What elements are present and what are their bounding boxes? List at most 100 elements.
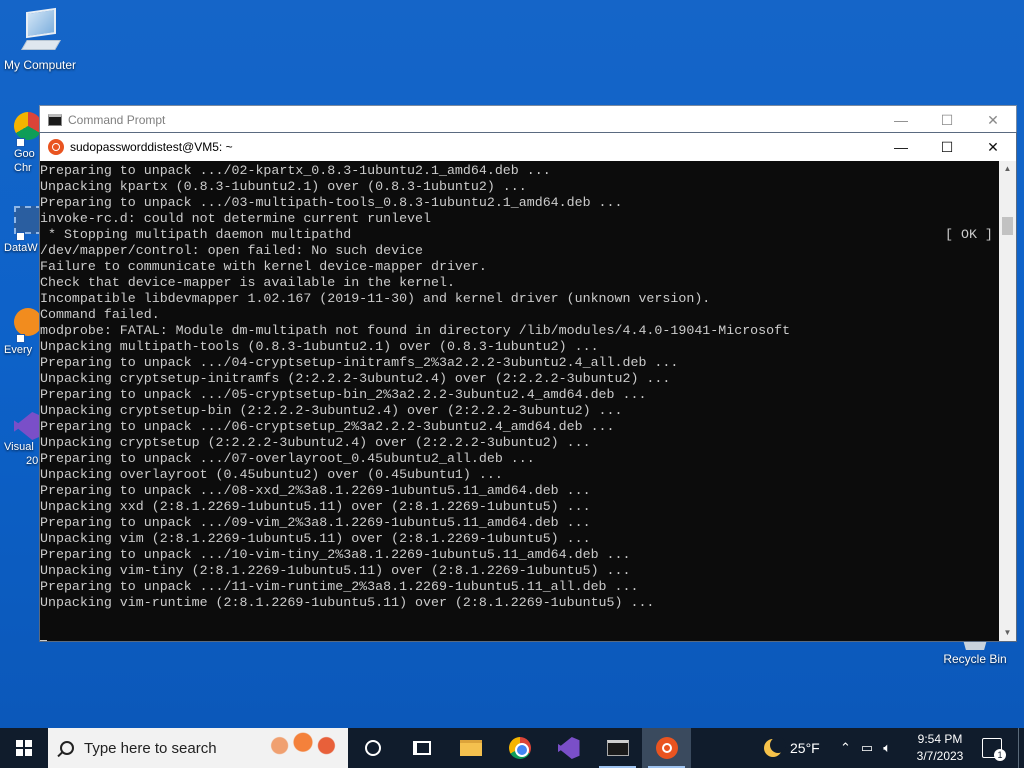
terminal-cursor (40, 640, 47, 641)
datawrapper-icon (14, 206, 42, 234)
terminal-line: Preparing to unpack .../08-xxd_2%3a8.1.2… (40, 483, 591, 498)
moon-weather-icon (764, 737, 786, 757)
ubuntu-icon (48, 139, 64, 155)
shortcut-arrow-icon (16, 232, 25, 241)
terminal-line: Preparing to unpack .../05-cryptsetup-bi… (40, 387, 647, 402)
chrome-desktop-icon[interactable]: Goo Chr (0, 112, 42, 175)
terminal-line: Check that device-mapper is available in… (40, 275, 455, 290)
terminal-line: Unpacking cryptsetup (2:2.2.2-3ubuntu2.4… (40, 435, 591, 450)
terminal-line: Unpacking cryptsetup-initramfs (2:2.2.2-… (40, 371, 671, 386)
search-placeholder: Type here to search (84, 739, 217, 757)
terminal-line: /dev/mapper/control: open failed: No suc… (40, 243, 424, 258)
search-highlight-illustration (264, 732, 342, 766)
command-prompt-icon (48, 114, 62, 126)
notification-count-badge: 1 (994, 749, 1006, 761)
terminal-scrollbar[interactable]: ▲ ▼ (999, 161, 1016, 641)
clock-time: 9:54 PM (917, 732, 963, 746)
scroll-down-arrow-icon[interactable]: ▼ (999, 625, 1016, 641)
terminal-line: Preparing to unpack .../03-multipath-too… (40, 195, 623, 210)
chevron-up-icon[interactable]: ⌃ (840, 740, 851, 756)
taskbar: Type here to search 25°F ⌃ ▭ 🔈︎ 9:54 PM … (0, 728, 1024, 768)
cmd-maximize-button[interactable]: ☐ (924, 112, 970, 129)
terminal-line: Preparing to unpack .../11-vim-runtime_2… (40, 579, 639, 594)
terminal-line: Unpacking overlayroot (0.45ubuntu2) over… (40, 467, 503, 482)
volume-icon[interactable]: 🔈︎ (883, 740, 891, 756)
everything-label: Every (4, 344, 33, 356)
command-prompt-title: Command Prompt (68, 113, 166, 127)
notification-center-icon[interactable]: 1 (982, 738, 1006, 761)
terminal-line: Preparing to unpack .../06-cryptsetup_2%… (40, 419, 615, 434)
show-desktop-button[interactable] (1018, 728, 1024, 768)
everything-icon (14, 308, 42, 336)
clock-date: 3/7/2023 (916, 749, 964, 763)
system-tray: ⌃ ▭ 🔈︎ (840, 728, 891, 768)
my-computer-label: My Computer (3, 58, 77, 72)
terminal-line: invoke-rc.d: could not determine current… (40, 211, 431, 226)
search-icon (60, 741, 74, 755)
clock[interactable]: 9:54 PM 3/7/2023 (906, 731, 974, 765)
ubuntu-minimize-button[interactable]: — (878, 139, 924, 155)
weather-widget[interactable]: 25°F (764, 728, 820, 768)
command-prompt-icon (606, 740, 629, 756)
recycle-bin-label: Recycle Bin (943, 652, 1007, 666)
shortcut-arrow-icon (16, 334, 25, 343)
terminal-line: Preparing to unpack .../04-cryptsetup-in… (40, 355, 679, 370)
taskbar-visual-studio[interactable] (544, 728, 593, 768)
scroll-up-arrow-icon[interactable]: ▲ (999, 161, 1016, 177)
terminal-line: Unpacking multipath-tools (0.8.3-1ubuntu… (40, 339, 599, 354)
terminal-line: Preparing to unpack .../02-kpartx_0.8.3-… (40, 163, 551, 178)
taskbar-file-explorer[interactable] (446, 728, 495, 768)
status-ok-label: [ OK ] (945, 227, 993, 242)
network-icon[interactable]: ▭ (861, 740, 873, 756)
terminal-output[interactable]: Preparing to unpack .../02-kpartx_0.8.3-… (40, 161, 1000, 641)
terminal-line: Unpacking vim-tiny (2:8.1.2269-1ubuntu5.… (40, 563, 631, 578)
visual-studio-icon (557, 737, 580, 759)
my-computer-desktop-icon[interactable]: My Computer (0, 7, 80, 72)
cmd-minimize-button[interactable]: — (878, 112, 924, 128)
ubuntu-terminal-window[interactable]: sudopassworddistest@VM5: ~ — ☐ ✕ Prepari… (39, 132, 1017, 642)
taskbar-task-view[interactable] (397, 728, 446, 768)
ubuntu-close-button[interactable]: ✕ (970, 139, 1016, 156)
command-prompt-titlebar[interactable]: Command Prompt — ☐ ✕ (40, 106, 1016, 134)
taskbar-command-prompt[interactable] (593, 728, 642, 768)
terminal-line: Unpacking vim-runtime (2:8.1.2269-1ubunt… (40, 595, 655, 610)
chrome-label-line2: Chr (14, 162, 32, 174)
ubuntu-icon (655, 737, 678, 759)
everything-desktop-icon[interactable]: Every (0, 308, 42, 357)
scrollbar-thumb[interactable] (1002, 217, 1013, 235)
datawrapper-desktop-icon[interactable]: DataW (0, 206, 42, 255)
weather-temperature: 25°F (790, 740, 820, 756)
taskbar-cortana[interactable] (348, 728, 397, 768)
terminal-cursor-line (40, 627, 1000, 641)
cmd-close-button[interactable]: ✕ (970, 112, 1016, 129)
start-button[interactable] (0, 728, 48, 768)
terminal-line: Incompatible libdevmapper 1.02.167 (2019… (40, 291, 711, 306)
windows-logo-icon (16, 740, 32, 756)
chrome-label-line1: Goo (14, 148, 35, 160)
chrome-icon (14, 112, 42, 140)
terminal-line: Unpacking kpartx (0.8.3-1ubuntu2.1) over… (40, 179, 527, 194)
command-prompt-window[interactable]: Command Prompt — ☐ ✕ (39, 105, 1017, 133)
terminal-line: Preparing to unpack .../10-vim-tiny_2%3a… (40, 547, 631, 562)
visual-studio-label-line2: 20 (26, 455, 39, 467)
task-view-icon (412, 741, 431, 755)
visual-studio-desktop-icon[interactable]: Visual 20 (0, 412, 42, 468)
terminal-line: Unpacking vim (2:8.1.2269-1ubuntu5.11) o… (40, 531, 591, 546)
taskbar-chrome[interactable] (495, 728, 544, 768)
terminal-line: modprobe: FATAL: Module dm-multipath not… (40, 323, 791, 338)
ubuntu-maximize-button[interactable]: ☐ (924, 139, 970, 156)
datawrapper-label: DataW (4, 242, 38, 254)
taskbar-search-box[interactable]: Type here to search (48, 728, 348, 768)
terminal-line: Unpacking cryptsetup-bin (2:2.2.2-3ubunt… (40, 403, 623, 418)
chrome-icon (508, 737, 531, 759)
computer-icon (20, 7, 61, 54)
terminal-line: Preparing to unpack .../09-vim_2%3a8.1.2… (40, 515, 591, 530)
ubuntu-window-title: sudopassworddistest@VM5: ~ (70, 140, 233, 154)
taskbar-ubuntu[interactable] (642, 728, 691, 768)
terminal-line: Command failed. (40, 307, 160, 322)
ubuntu-titlebar[interactable]: sudopassworddistest@VM5: ~ — ☐ ✕ (40, 133, 1016, 161)
visual-studio-icon (14, 412, 42, 440)
terminal-line: Unpacking xxd (2:8.1.2269-1ubuntu5.11) o… (40, 499, 591, 514)
cortana-icon (364, 740, 381, 756)
